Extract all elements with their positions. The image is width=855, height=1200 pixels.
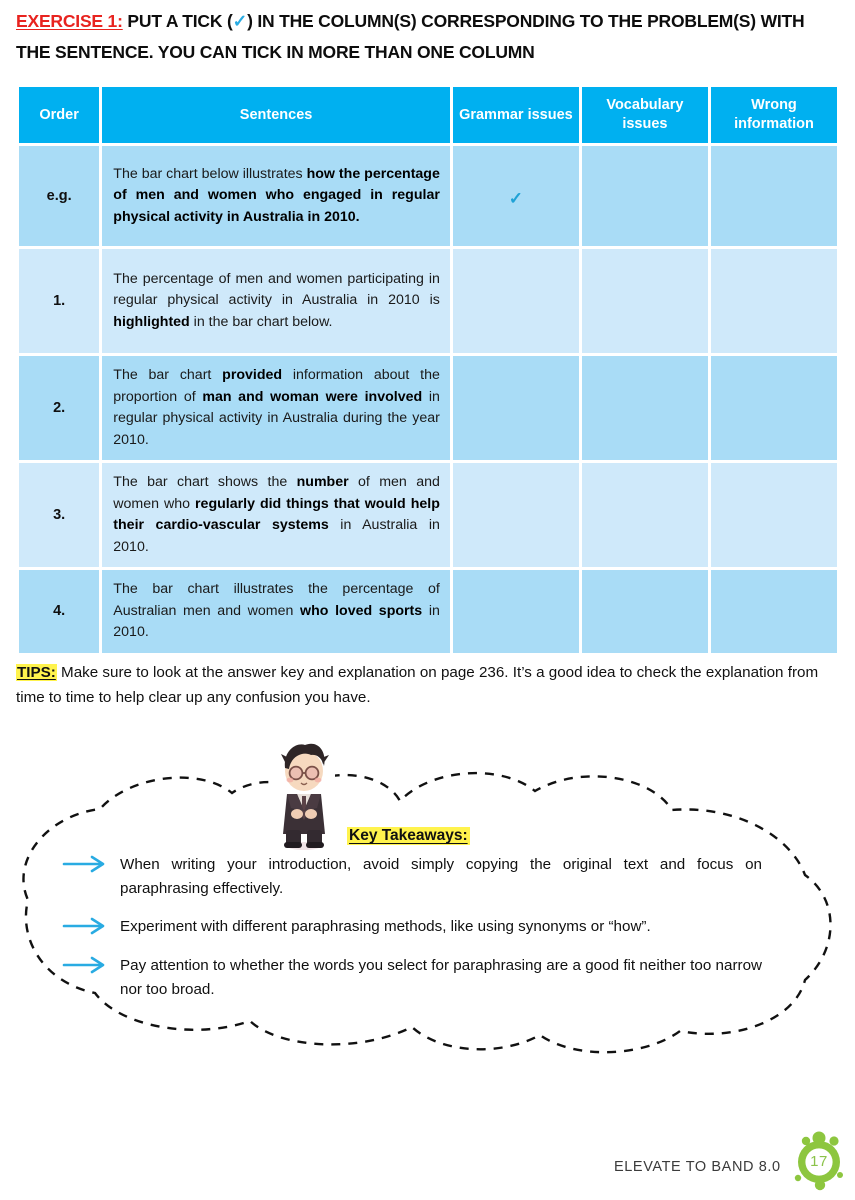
table-row: 1. The percentage of men and women partic… [19, 249, 837, 353]
exercise-table: Order Sentences Grammar issues Vocabular… [16, 84, 840, 656]
mascot-illustration [273, 738, 335, 852]
row-sentence-text: The bar chart below illustrates how the … [102, 146, 450, 246]
row-order-label: 2. [19, 356, 100, 460]
page-title: EXERCISE 1: PUT A TICK (✓) IN THE COLUMN… [16, 6, 836, 68]
checkbox-cell-wrong[interactable] [710, 570, 837, 653]
checkbox-cell-vocabulary[interactable] [581, 570, 708, 653]
tips-label: TIPS: [16, 664, 57, 681]
check-icon: ✓ [508, 188, 524, 208]
tips-block: TIPS: Make sure to look at the answer ke… [16, 660, 820, 710]
row-sentence-text: The bar chart provided information about… [102, 356, 450, 460]
list-item-text: Pay attention to whether the words you s… [120, 957, 762, 998]
checkbox-cell-wrong[interactable] [710, 463, 837, 567]
checkbox-cell-grammar[interactable] [452, 463, 579, 567]
column-header-wrong-information: Wrong information [710, 87, 837, 143]
list-item: Experiment with different paraphrasing m… [62, 915, 762, 940]
row-sentence-text: The bar chart shows the number of men an… [102, 463, 450, 567]
list-item: Pay attention to whether the words you s… [62, 954, 762, 1002]
arrow-right-icon [62, 915, 120, 940]
checkbox-cell-grammar[interactable] [452, 570, 579, 653]
checkbox-cell-wrong[interactable] [710, 249, 837, 353]
row-sentence-text: The percentage of men and women particip… [102, 249, 450, 353]
arrow-right-icon [62, 954, 120, 979]
checkbox-cell-vocabulary[interactable] [581, 146, 708, 246]
list-item: When writing your introduction, avoid si… [62, 853, 762, 901]
checkbox-cell-grammar[interactable]: ✓ [452, 146, 579, 246]
row-order-label: 1. [19, 249, 100, 353]
table-header-row: Order Sentences Grammar issues Vocabular… [19, 87, 837, 143]
table-body: e.g. The bar chart below illustrates how … [19, 146, 837, 653]
column-header-grammar-issues: Grammar issues [452, 87, 579, 143]
checkbox-cell-vocabulary[interactable] [581, 249, 708, 353]
checkbox-cell-grammar[interactable] [452, 356, 579, 460]
key-takeaways-list: When writing your introduction, avoid si… [62, 853, 762, 1016]
checkbox-cell-wrong[interactable] [710, 146, 837, 246]
tips-text: Make sure to look at the answer key and … [16, 664, 819, 706]
row-order-label: e.g. [19, 146, 100, 246]
table-row: 3. The bar chart shows the number of men … [19, 463, 837, 567]
column-header-order: Order [19, 87, 100, 143]
table-row: 2. The bar chart provided information abo… [19, 356, 837, 460]
column-header-sentences: Sentences [102, 87, 450, 143]
table-row: e.g. The bar chart below illustrates how … [19, 146, 837, 246]
checkbox-cell-grammar[interactable] [452, 249, 579, 353]
row-sentence-text: The bar chart illustrates the percentage… [102, 570, 450, 653]
checkbox-cell-vocabulary[interactable] [581, 463, 708, 567]
key-takeaways-title: Key Takeaways: [347, 827, 470, 845]
list-item-text: Experiment with different paraphrasing m… [120, 918, 651, 935]
footer-brand: ELEVATE TO BAND 8.0 [614, 1159, 781, 1175]
tick-icon: ✓ [232, 11, 248, 31]
arrow-right-icon [62, 853, 120, 878]
exercise-label: EXERCISE 1: [16, 11, 123, 31]
list-item-text: When writing your introduction, avoid si… [120, 856, 762, 897]
key-takeaways-cloud: Key Takeaways: When writing your introdu… [0, 735, 855, 1065]
checkbox-cell-vocabulary[interactable] [581, 356, 708, 460]
exercise-instruction-before: PUT A TICK ( [127, 11, 233, 31]
page-number: 17 [810, 1152, 828, 1170]
row-order-label: 3. [19, 463, 100, 567]
checkbox-cell-wrong[interactable] [710, 356, 837, 460]
row-order-label: 4. [19, 570, 100, 653]
table-row: 4. The bar chart illustrates the percenta… [19, 570, 837, 653]
column-header-vocabulary-issues: Vocabulary issues [581, 87, 708, 143]
